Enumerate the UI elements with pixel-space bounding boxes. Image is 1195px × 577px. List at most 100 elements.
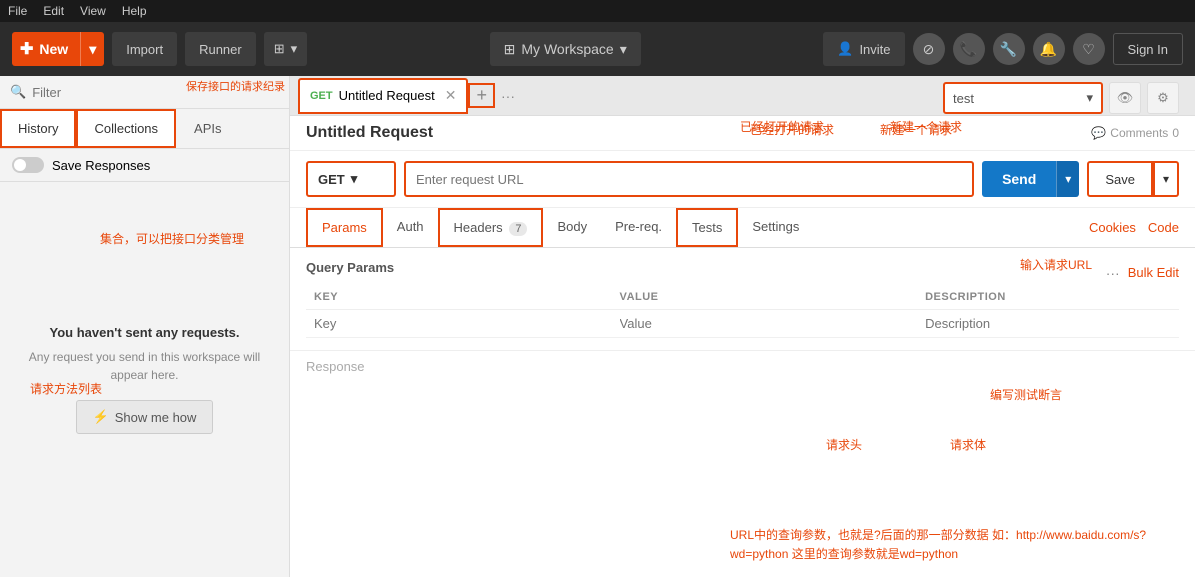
col-key-header: KEY <box>306 285 612 310</box>
subtab-body[interactable]: Body <box>543 209 601 246</box>
request-tab-active[interactable]: GET Untitled Request ✕ <box>298 78 468 114</box>
query-params-section: Query Params ··· Bulk Edit KEY VALUE DES… <box>290 248 1195 350</box>
phone-icon[interactable]: 📞 <box>953 33 985 65</box>
menu-file[interactable]: File <box>8 4 27 18</box>
method-select[interactable]: GET ▾ <box>306 161 396 197</box>
param-desc-cell <box>917 310 1135 338</box>
content-area: test ▾ 👁 ⚙ GET Untitled Request ✕ + ··· … <box>290 76 1195 577</box>
cookies-code-links: Cookies Code <box>1089 220 1179 235</box>
workspace-button[interactable]: ⊞ My Workspace ▾ <box>490 32 641 66</box>
sidebar-tabs: History Collections APIs <box>0 109 289 149</box>
method-value: GET <box>318 172 345 187</box>
env-dropdown-icon: ▾ <box>1086 90 1093 106</box>
sidebar-tab-collections[interactable]: Collections <box>76 109 176 148</box>
main-layout: 🔍 保存接口的请求纪录 History Collections APIs Sav… <box>0 76 1195 577</box>
env-bar: test ▾ 👁 ⚙ <box>943 82 1179 114</box>
sidebar-tab-apis[interactable]: APIs <box>176 109 239 148</box>
param-value-input[interactable] <box>620 316 910 331</box>
sidebar-search-bar: 🔍 保存接口的请求纪录 <box>0 76 289 109</box>
url-bar: GET ▾ Send ▾ Save ▾ <box>290 151 1195 208</box>
params-table: KEY VALUE DESCRIPTION <box>306 285 1179 338</box>
runner-button[interactable]: Runner <box>185 32 256 66</box>
subtab-headers[interactable]: Headers 7 <box>438 208 544 247</box>
more-icon[interactable]: ··· <box>1106 265 1120 281</box>
request-name-bar: Untitled Request 💬 Comments 0 <box>290 116 1195 151</box>
save-btn-group: Save ▾ <box>1087 161 1179 197</box>
heart-icon[interactable]: ♡ <box>1073 33 1105 65</box>
search-header-icon[interactable]: ⊘ <box>913 33 945 65</box>
subtab-params[interactable]: Params <box>306 208 383 247</box>
comments-link[interactable]: 💬 Comments 0 <box>1091 126 1179 140</box>
show-me-button[interactable]: ⚡ Show me how <box>76 400 214 434</box>
invite-label: Invite <box>859 42 890 57</box>
param-key-cell <box>306 310 612 338</box>
invite-button[interactable]: 👤 Invite <box>823 32 904 66</box>
subtab-tests[interactable]: Tests <box>676 208 738 247</box>
empty-title: You haven't sent any requests. <box>50 325 240 340</box>
subtab-prereq[interactable]: Pre-req. <box>601 209 676 246</box>
save-dropdown-button[interactable]: ▾ <box>1153 161 1179 197</box>
lightning-icon: ⚡ <box>93 409 109 425</box>
tab-more-button[interactable]: ··· <box>495 88 521 104</box>
new-dropdown-arrow[interactable]: ▾ <box>81 32 104 66</box>
sidebar-tab-history[interactable]: History <box>0 109 76 148</box>
menu-view[interactable]: View <box>80 4 106 18</box>
param-desc-input[interactable] <box>925 316 1127 331</box>
param-row-1 <box>306 310 1179 338</box>
headers-label: Headers <box>454 220 503 235</box>
new-label: New <box>39 41 68 57</box>
param-key-input[interactable] <box>314 316 604 331</box>
signin-button[interactable]: Sign In <box>1113 33 1183 65</box>
annotation-method-list: 请求方法列表 <box>30 380 102 397</box>
response-area: Response <box>290 350 1195 382</box>
method-dropdown-icon: ▾ <box>351 171 358 187</box>
annot-body: 请求体 <box>950 436 986 453</box>
send-btn-group: Send ▾ <box>982 161 1079 197</box>
workspace-center: ⊞ My Workspace ▾ <box>315 32 815 66</box>
col-desc-header: DESCRIPTION <box>917 285 1135 310</box>
wrench-icon[interactable]: 🔧 <box>993 33 1025 65</box>
cookies-link[interactable]: Cookies <box>1089 220 1136 235</box>
workspace-label: My Workspace <box>521 41 613 57</box>
tab-close-icon[interactable]: ✕ <box>445 87 457 104</box>
save-responses-label: Save Responses <box>52 158 150 173</box>
empty-desc: Any request you send in this workspace w… <box>20 348 269 384</box>
comments-count: 0 <box>1172 126 1179 140</box>
annotation-opened: 已经打开的请求 <box>750 121 834 138</box>
env-value: test <box>953 91 974 106</box>
workspace-grid-icon: ⊞ <box>504 41 516 58</box>
tab-method-badge: GET <box>310 90 333 102</box>
annotation-collections: 集合，可以把接口分类管理 <box>100 230 244 247</box>
import-button[interactable]: Import <box>112 32 177 66</box>
send-dropdown-button[interactable]: ▾ <box>1056 161 1079 197</box>
url-input[interactable] <box>404 161 974 197</box>
env-eye-icon[interactable]: 👁 <box>1109 82 1141 114</box>
send-button[interactable]: Send <box>982 161 1056 197</box>
comments-label: Comments <box>1110 126 1168 140</box>
response-label: Response <box>306 359 365 374</box>
environment-select[interactable]: test ▾ <box>943 82 1103 114</box>
proxy-button[interactable]: ⊞ ▾ <box>264 32 307 66</box>
bell-icon[interactable]: 🔔 <box>1033 33 1065 65</box>
header: ✚ New ▾ Import Runner ⊞ ▾ ⊞ My Workspace… <box>0 22 1195 76</box>
query-params-actions: ··· Bulk Edit <box>1106 265 1179 281</box>
env-gear-icon[interactable]: ⚙ <box>1147 82 1179 114</box>
col-actions-header <box>1135 285 1179 310</box>
save-button[interactable]: Save <box>1087 161 1153 197</box>
new-button[interactable]: ✚ New ▾ <box>12 32 104 66</box>
menu-edit[interactable]: Edit <box>43 4 64 18</box>
menu-bar: File Edit View Help <box>0 0 1195 22</box>
subtab-settings[interactable]: Settings <box>738 209 813 246</box>
proxy-icon: ⊞ <box>274 41 285 57</box>
request-subtabs: Params Auth Headers 7 Body Pre-req. Test… <box>290 208 1195 248</box>
save-responses-toggle[interactable] <box>12 157 44 173</box>
subtab-auth[interactable]: Auth <box>383 209 438 246</box>
menu-help[interactable]: Help <box>122 4 147 18</box>
new-tab-button[interactable]: + <box>468 83 495 108</box>
bulk-edit-link[interactable]: Bulk Edit <box>1128 265 1179 280</box>
show-me-label: Show me how <box>115 410 197 425</box>
code-link[interactable]: Code <box>1148 220 1179 235</box>
plus-icon: ✚ <box>20 39 33 59</box>
annot-headers: 请求头 <box>826 436 862 453</box>
headers-count-badge: 7 <box>509 222 527 236</box>
